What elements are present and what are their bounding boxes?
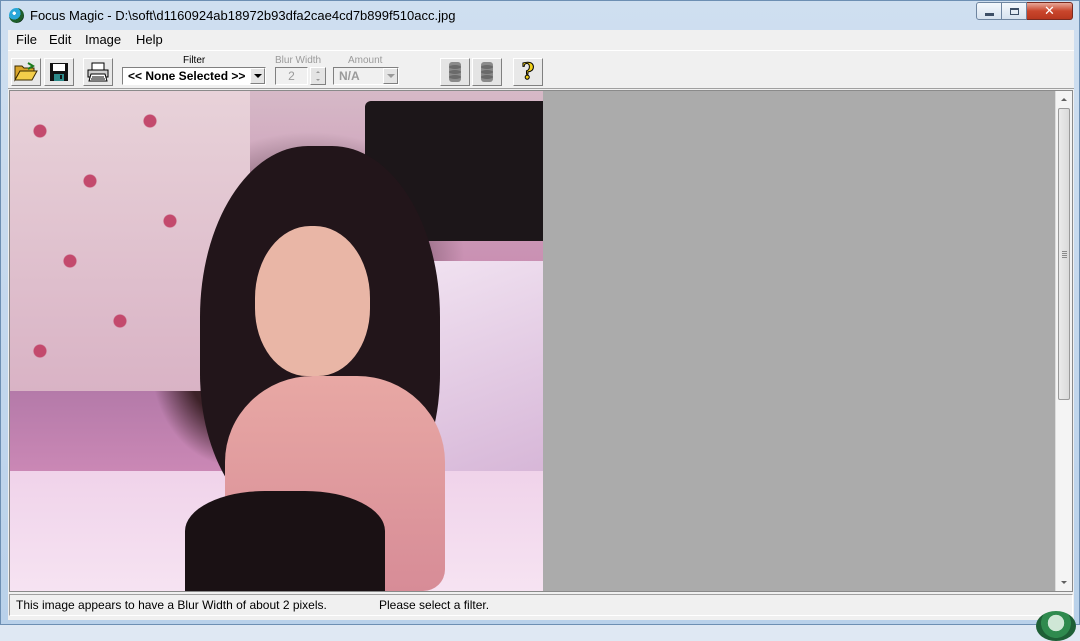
tray-badge-icon — [1036, 611, 1076, 641]
menu-image[interactable]: Image — [85, 32, 121, 47]
open-button[interactable] — [11, 58, 41, 86]
blur-width-label: Blur Width — [275, 55, 322, 66]
minimize-icon — [984, 12, 994, 16]
minimize-button[interactable] — [976, 2, 1002, 20]
amount-select-value: N/A — [339, 69, 360, 83]
photo — [10, 91, 543, 591]
blur-width-input[interactable]: 2 — [275, 67, 308, 85]
image-view[interactable] — [9, 90, 1073, 592]
chevron-down-icon — [253, 74, 262, 78]
filter-label: Filter — [183, 55, 206, 66]
toolbar: Filter << None Selected >> Blur Width 2 … — [8, 50, 1074, 89]
amount-select[interactable]: N/A — [333, 67, 399, 85]
menu-edit[interactable]: Edit — [49, 32, 71, 47]
filter-select[interactable]: << None Selected >> — [122, 67, 266, 85]
person-lower — [185, 491, 385, 591]
scrollbar-thumb[interactable] — [1058, 108, 1070, 400]
app-icon[interactable] — [9, 8, 24, 23]
blur-width-spinner[interactable] — [310, 67, 326, 85]
close-button[interactable]: ✕ — [1027, 2, 1073, 20]
arrow-up-icon — [1061, 98, 1067, 101]
arrow-down-icon — [316, 79, 320, 81]
print-button[interactable] — [83, 58, 113, 86]
floppy-disk-icon — [50, 63, 68, 81]
menu-help[interactable]: Help — [136, 32, 163, 47]
window-title: Focus Magic - D:\soft\d1160924ab18972b93… — [30, 8, 456, 23]
status-bar: This image appears to have a Blur Width … — [9, 594, 1073, 616]
status-message: This image appears to have a Blur Width … — [16, 598, 327, 612]
arrow-up-icon — [316, 71, 320, 73]
traffic-light-button-2[interactable] — [472, 58, 502, 86]
scroll-down-button[interactable] — [1056, 574, 1072, 591]
chevron-down-icon — [386, 74, 395, 78]
vertical-scrollbar[interactable] — [1055, 91, 1072, 591]
traffic-light-icon — [481, 62, 493, 82]
amount-label: Amount — [348, 55, 383, 66]
help-icon: ? — [521, 59, 535, 85]
caption-buttons: ✕ — [976, 2, 1073, 20]
person-face — [255, 226, 370, 376]
close-icon: ✕ — [1044, 3, 1055, 19]
grip-icon — [1062, 251, 1067, 259]
traffic-light-icon — [449, 62, 461, 82]
client-area: File Edit Image Help Filter << None Sele… — [8, 30, 1074, 620]
printer-icon — [87, 62, 109, 82]
spin-up-button[interactable] — [311, 68, 325, 76]
save-button[interactable] — [44, 58, 74, 86]
spin-down-button[interactable] — [311, 76, 325, 84]
traffic-light-button-1[interactable] — [440, 58, 470, 86]
app-window: Focus Magic - D:\soft\d1160924ab18972b93… — [0, 0, 1080, 625]
menu-file[interactable]: File — [16, 32, 37, 47]
open-folder-icon — [14, 62, 38, 82]
scroll-up-button[interactable] — [1056, 91, 1072, 108]
maximize-icon — [1009, 7, 1019, 15]
maximize-button[interactable] — [1002, 2, 1027, 20]
status-hint: Please select a filter. — [379, 598, 490, 612]
filter-select-value: << None Selected >> — [128, 69, 246, 83]
menu-bar: File Edit Image Help — [8, 30, 1074, 50]
amount-dropdown-button[interactable] — [383, 68, 398, 84]
title-bar[interactable]: Focus Magic - D:\soft\d1160924ab18972b93… — [1, 1, 1079, 30]
arrow-down-icon — [1061, 581, 1067, 584]
filter-dropdown-button[interactable] — [250, 68, 265, 84]
help-button[interactable]: ? — [513, 58, 543, 86]
